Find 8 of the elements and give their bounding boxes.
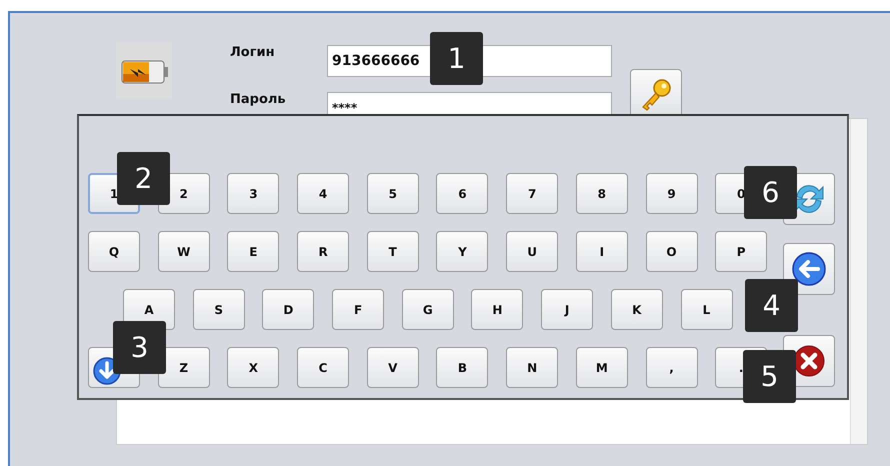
callout-tooltip: 1 <box>430 32 483 85</box>
callout-tooltip: 5 <box>743 350 796 403</box>
callout-tooltip: 6 <box>744 166 797 219</box>
field-label: Пароль <box>230 92 287 109</box>
callout-tooltip: 4 <box>745 279 798 332</box>
field-label: Логин <box>230 45 276 62</box>
callout-tooltip: 3 <box>113 321 166 374</box>
callout-tooltip: 2 <box>117 152 170 205</box>
